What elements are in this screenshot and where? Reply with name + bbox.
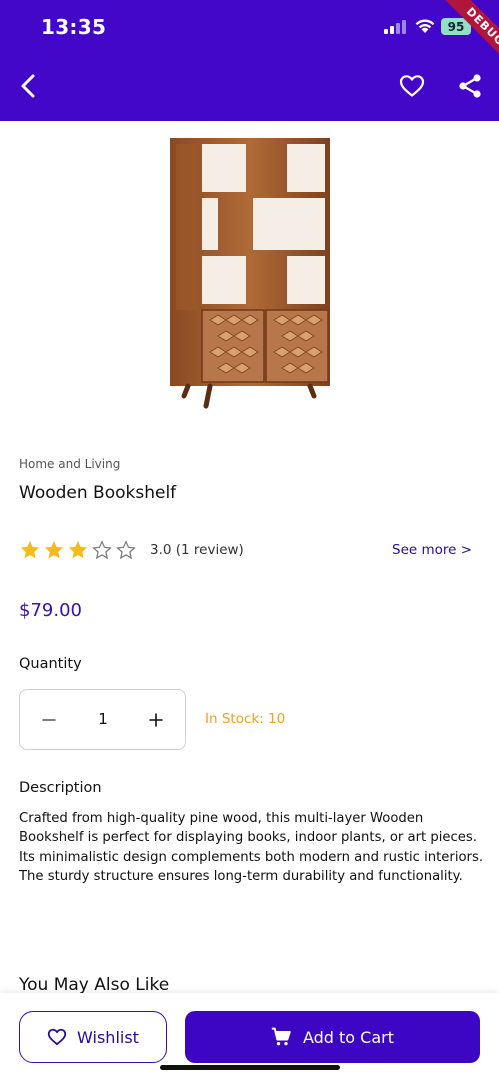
plus-icon bbox=[149, 713, 163, 727]
star-empty-icon bbox=[92, 540, 112, 560]
see-more-reviews-link[interactable]: See more > bbox=[392, 542, 472, 558]
add-to-cart-label: Add to Cart bbox=[302, 1027, 395, 1047]
add-to-cart-button[interactable]: Add to Cart bbox=[185, 1011, 480, 1063]
cellular-signal-icon bbox=[384, 20, 406, 34]
quantity-stepper: 1 bbox=[19, 689, 186, 750]
debug-banner: DEBUG bbox=[439, 0, 499, 73]
app-bar: 13:35 95 DEBUG bbox=[0, 0, 499, 121]
star-rating bbox=[19, 539, 137, 561]
cart-icon bbox=[271, 1027, 291, 1046]
description-text: Crafted from high-quality pine wood, thi… bbox=[19, 811, 484, 885]
status-time: 13:35 bbox=[41, 15, 107, 39]
product-image bbox=[170, 138, 330, 409]
wishlist-button-label: Wishlist bbox=[77, 1027, 139, 1047]
share-button[interactable] bbox=[456, 72, 484, 100]
related-products-heading: You May Also Like bbox=[19, 975, 170, 995]
star-filled-icon bbox=[68, 540, 88, 559]
minus-icon bbox=[42, 719, 56, 721]
chevron-left-icon bbox=[21, 74, 35, 98]
stock-status: In Stock: 10 bbox=[205, 711, 286, 727]
product-price: $79.00 bbox=[19, 600, 82, 621]
star-filled-icon bbox=[44, 540, 64, 559]
heart-outline-icon bbox=[399, 75, 425, 97]
wishlist-toggle-button[interactable] bbox=[398, 72, 426, 100]
quantity-label: Quantity bbox=[19, 656, 82, 672]
bottom-action-bar: Wishlist Add to Cart bbox=[0, 993, 499, 1080]
quantity-value: 1 bbox=[98, 710, 108, 728]
heart-outline-icon bbox=[47, 1028, 67, 1046]
product-title: Wooden Bookshelf bbox=[19, 483, 177, 503]
home-indicator[interactable] bbox=[160, 1065, 340, 1070]
star-filled-icon bbox=[20, 540, 40, 559]
star-empty-icon bbox=[116, 540, 136, 560]
decrease-quantity-button[interactable] bbox=[34, 705, 64, 735]
wifi-icon bbox=[415, 19, 435, 33]
description-heading: Description bbox=[19, 780, 102, 796]
increase-quantity-button[interactable] bbox=[141, 705, 171, 735]
wishlist-button[interactable]: Wishlist bbox=[19, 1011, 167, 1063]
product-category: Home and Living bbox=[19, 457, 121, 471]
rating-summary: 3.0 (1 review) bbox=[150, 542, 244, 558]
share-icon bbox=[459, 74, 481, 98]
back-button[interactable] bbox=[14, 72, 42, 100]
